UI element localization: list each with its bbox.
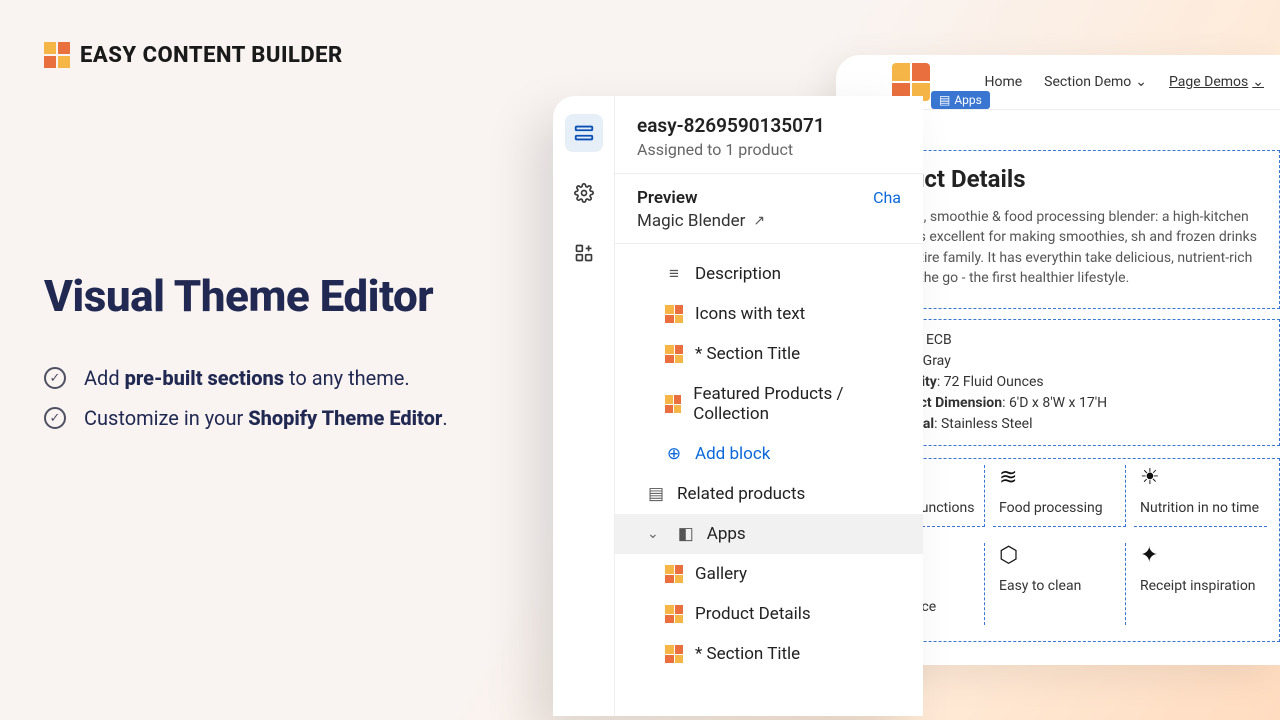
plus-circle-icon: ⊕	[665, 444, 683, 464]
check-icon: ✓	[44, 367, 66, 389]
spec-row: Color: Gray	[882, 351, 1259, 372]
ecb-block-icon	[665, 305, 683, 323]
feature-item: ☀ Nutrition in no time	[1134, 465, 1267, 527]
ecb-block-icon	[665, 645, 683, 663]
chevron-down-icon: ⌄	[1252, 74, 1264, 90]
block-product-details[interactable]: Product Details	[615, 594, 923, 634]
add-block-button[interactable]: ⊕ Add block	[615, 434, 923, 474]
change-preview-link[interactable]: Cha	[873, 188, 901, 208]
brand-logo-icon	[44, 42, 70, 68]
ecb-block-icon	[665, 395, 681, 413]
rail-settings-button[interactable]	[565, 174, 603, 212]
hero: Visual Theme Editor ✓ Add pre-built sect…	[44, 270, 448, 446]
template-assigned: Assigned to 1 product	[637, 140, 901, 159]
text-icon: ≡	[665, 264, 683, 284]
brand-name: Easy Content Builder	[80, 43, 343, 68]
feature-item: ⬡ Easy to clean	[993, 543, 1126, 625]
chevron-down-icon: ⌄	[1135, 74, 1147, 90]
brand: Easy Content Builder	[44, 42, 343, 68]
spec-row: Brand: ECB	[882, 330, 1259, 351]
hero-bullet-1: ✓ Add pre-built sections to any theme.	[44, 366, 448, 390]
feature-item: ≋ Food processing	[993, 465, 1126, 527]
ecb-block-icon	[665, 345, 683, 363]
spec-row: Capacity: 72 Fluid Ounces	[882, 372, 1259, 393]
sparkle-icon: ✦	[1140, 543, 1261, 567]
hero-bullet-2: ✓ Customize in your Shopify Theme Editor…	[44, 406, 448, 430]
apps-badge: ▤ Apps	[931, 91, 990, 109]
hero-title: Visual Theme Editor	[44, 270, 448, 322]
check-icon: ✓	[44, 407, 66, 429]
nav-page-demos[interactable]: Page Demos ⌄	[1169, 74, 1264, 90]
sun-icon: ☀	[1140, 465, 1261, 489]
block-description[interactable]: ≡ Description	[615, 254, 923, 294]
spec-row: Material: Stainless Steel	[882, 414, 1259, 435]
template-name: easy-8269590135071	[637, 114, 901, 137]
apps-icon: ◧	[677, 524, 695, 544]
nav-section-demo[interactable]: Section Demo ⌄	[1044, 74, 1147, 90]
block-gallery[interactable]: Gallery	[615, 554, 923, 594]
spec-row: Product Dimension: 6'D x 8'W x 17'H	[882, 393, 1259, 414]
section-list: ≡ Description Icons with text * Section …	[615, 244, 923, 674]
block-section-title-2[interactable]: * Section Title	[615, 634, 923, 674]
waves-icon: ≋	[999, 465, 1119, 489]
rail-sections-button[interactable]	[565, 114, 603, 152]
theme-editor-panel: easy-8269590135071 Assigned to 1 product…	[553, 96, 923, 716]
section-related-products[interactable]: ▤ Related products	[615, 474, 923, 514]
chevron-down-icon[interactable]: ⌄	[647, 526, 659, 542]
bucket-icon: ⬡	[999, 543, 1119, 567]
editor-rail	[553, 96, 615, 716]
section-apps[interactable]: ⌄ ◧ Apps	[615, 514, 923, 554]
block-icons-with-text[interactable]: Icons with text	[615, 294, 923, 334]
nav-home[interactable]: Home	[984, 74, 1022, 90]
external-link-icon[interactable]: ↗	[753, 213, 765, 229]
block-featured-products[interactable]: Featured Products / Collection	[615, 374, 923, 434]
section-icon: ▤	[647, 484, 665, 504]
section-icon: ▤	[939, 93, 950, 107]
block-section-title[interactable]: * Section Title	[615, 334, 923, 374]
ecb-block-icon	[665, 605, 683, 623]
preview-label: Preview	[637, 188, 698, 208]
feature-item: ✦ Receipt inspiration	[1134, 543, 1267, 625]
preview-target[interactable]: Magic Blender ↗	[637, 211, 901, 231]
ecb-block-icon	[665, 565, 683, 583]
rail-apps-button[interactable]	[565, 234, 603, 272]
